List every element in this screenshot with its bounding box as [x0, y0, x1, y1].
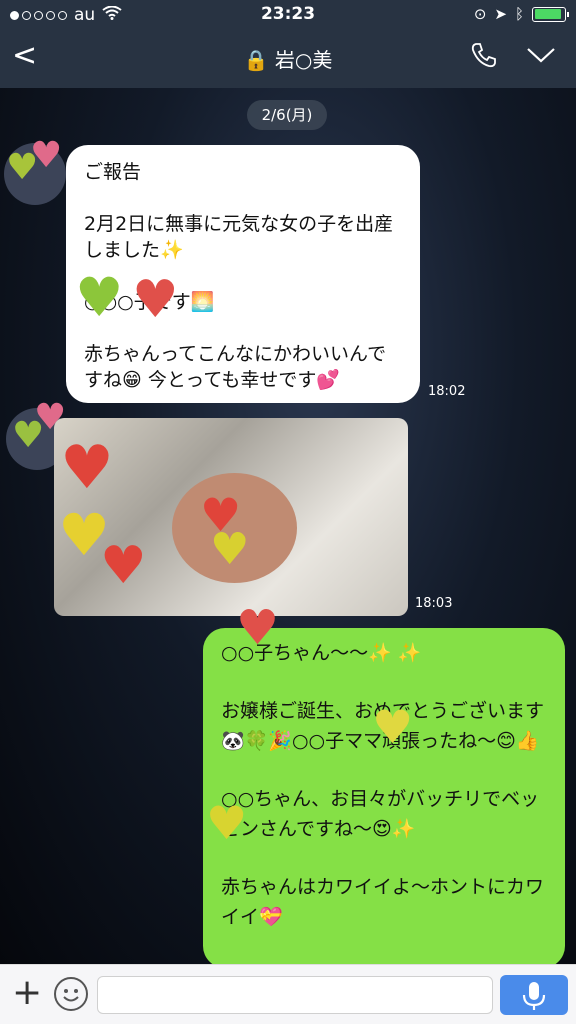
- plus-button[interactable]: +: [12, 975, 42, 1011]
- location-icon: ➤: [494, 5, 507, 23]
- message-bubble[interactable]: ○○子ちゃん〜〜✨ ✨ お嬢様ご誕生、おめでとうございます 🐼🍀🎉○○子ママ頑張…: [203, 628, 565, 964]
- heart-sticker: ♥: [100, 536, 147, 596]
- heart-sticker: ♥: [210, 524, 250, 575]
- heart-sticker: ♥: [206, 796, 248, 850]
- message-time: 18:03: [415, 596, 453, 611]
- message-time: 18:02: [428, 384, 466, 399]
- message-input[interactable]: [97, 976, 493, 1014]
- battery-icon: [532, 6, 569, 22]
- status-bar: au 23:23 ⊙ ➤ ᛒ: [0, 0, 576, 30]
- message-text: ○○ちゃん、お目々がバッチリでベッピンさんですね〜😍✨: [221, 788, 540, 840]
- message-text: 赤ちゃんはカワイイよ〜ホントにカワイイ💝: [221, 876, 545, 928]
- phone-icon[interactable]: [470, 41, 498, 73]
- input-bar: +: [0, 964, 576, 1024]
- message-text: 赤ちゃんってこんなにかわいいんですね😁 今とっても幸せです💕: [84, 343, 387, 391]
- lock-icon: 🔒: [243, 48, 269, 72]
- rotation-lock-icon: ⊙: [473, 5, 487, 23]
- heart-sticker: ♥: [132, 270, 179, 330]
- chat-title: 岩○美: [274, 48, 333, 72]
- heart-sticker: ♥: [236, 600, 280, 656]
- date-separator: 2/6(月): [247, 100, 327, 130]
- chevron-down-icon[interactable]: [526, 46, 556, 68]
- message-text: 2月2日に無事に元気な女の子を出産しました✨: [84, 213, 394, 261]
- message-text: ご報告: [84, 161, 142, 183]
- heart-sticker: ♥: [60, 433, 114, 503]
- bluetooth-icon: ᛒ: [514, 5, 524, 23]
- chat-area[interactable]: 2/6(月) ♥ ♥ ご報告 2月2日に無事に元気な女の子を出産しました✨ ○○…: [0, 88, 576, 964]
- smile-icon[interactable]: [54, 977, 88, 1011]
- chat-header: < 🔒 岩○美: [0, 30, 576, 88]
- heart-sticker: ♥: [372, 700, 414, 754]
- heart-sticker: ♥: [30, 135, 63, 176]
- heart-sticker: ♥: [75, 266, 124, 329]
- mic-icon[interactable]: [500, 975, 568, 1015]
